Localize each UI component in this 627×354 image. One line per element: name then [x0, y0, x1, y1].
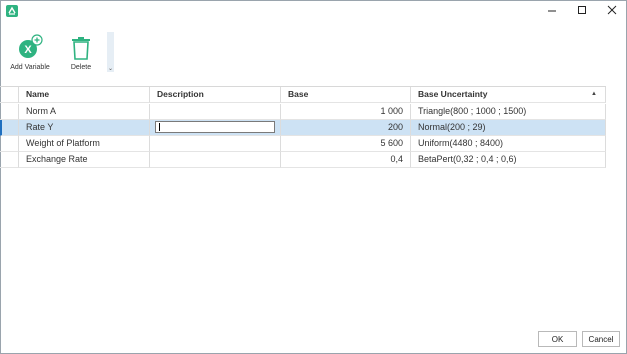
- add-variable-icon: X: [8, 34, 52, 60]
- chevron-down-icon: ⌄: [108, 66, 114, 72]
- variables-grid: Name Description Base Base Uncertainty ▲…: [0, 86, 606, 168]
- cell-name[interactable]: Weight of Platform: [19, 136, 150, 152]
- row-selector[interactable]: [0, 104, 19, 120]
- cell-base[interactable]: 5 600: [281, 136, 411, 152]
- cell-description[interactable]: [150, 152, 281, 168]
- cell-description[interactable]: [150, 120, 281, 136]
- minimize-button[interactable]: [537, 0, 567, 20]
- cell-base-uncertainty[interactable]: Normal(200 ; 29): [411, 120, 606, 136]
- text-caret: [159, 123, 160, 131]
- sort-up-icon: ▲: [591, 91, 597, 97]
- trash-icon: [62, 34, 100, 60]
- column-header-name[interactable]: Name: [19, 87, 150, 103]
- description-edit-field[interactable]: [155, 121, 275, 133]
- row-selector[interactable]: [0, 136, 19, 152]
- ribbon-overflow[interactable]: ⌄: [107, 32, 114, 72]
- maximize-icon: [578, 6, 586, 14]
- delete-button[interactable]: Delete: [62, 34, 100, 71]
- table-row[interactable]: Exchange Rate 0,4 BetaPert(0,32 ; 0,4 ; …: [0, 152, 606, 168]
- ok-button[interactable]: OK: [538, 331, 577, 347]
- add-variable-button[interactable]: X Add Variable: [8, 34, 52, 71]
- svg-text:X: X: [24, 44, 32, 56]
- table-row[interactable]: Norm A 1 000 Triangle(800 ; 1000 ; 1500): [0, 104, 606, 120]
- cell-base[interactable]: 1 000: [281, 104, 411, 120]
- cell-name[interactable]: Exchange Rate: [19, 152, 150, 168]
- column-header-base-uncertainty-label: Base Uncertainty: [418, 89, 488, 99]
- cell-description[interactable]: [150, 136, 281, 152]
- cell-name[interactable]: Norm A: [19, 104, 150, 120]
- cancel-button[interactable]: Cancel: [582, 331, 620, 347]
- grid-header: Name Description Base Base Uncertainty ▲: [0, 87, 606, 103]
- app-icon: [6, 5, 18, 17]
- cell-base-uncertainty[interactable]: BetaPert(0,32 ; 0,4 ; 0,6): [411, 152, 606, 168]
- row-selector[interactable]: [0, 152, 19, 168]
- table-row[interactable]: Weight of Platform 5 600 Uniform(4480 ; …: [0, 136, 606, 152]
- title-bar: [0, 0, 627, 22]
- cell-name[interactable]: Rate Y: [19, 120, 150, 136]
- maximize-button[interactable]: [567, 0, 597, 20]
- row-selector[interactable]: [0, 120, 19, 136]
- close-button[interactable]: [597, 0, 627, 20]
- cell-base-uncertainty[interactable]: Triangle(800 ; 1000 ; 1500): [411, 104, 606, 120]
- column-header-description[interactable]: Description: [150, 87, 281, 103]
- column-header-base[interactable]: Base: [281, 87, 411, 103]
- cell-description[interactable]: [150, 104, 281, 120]
- table-row-selected[interactable]: Rate Y 200 Normal(200 ; 29): [0, 120, 606, 136]
- cell-base[interactable]: 0,4: [281, 152, 411, 168]
- column-header-base-uncertainty[interactable]: Base Uncertainty ▲: [411, 87, 606, 103]
- ribbon-toolbar: X Add Variable Delete ⌄: [0, 22, 627, 84]
- delete-label: Delete: [70, 64, 92, 71]
- cell-base-uncertainty[interactable]: Uniform(4480 ; 8400): [411, 136, 606, 152]
- row-header-corner: [0, 87, 19, 103]
- minimize-icon: [548, 10, 556, 12]
- add-variable-label: Add Variable: [10, 64, 50, 71]
- close-icon: [607, 5, 617, 15]
- cell-base[interactable]: 200: [281, 120, 411, 136]
